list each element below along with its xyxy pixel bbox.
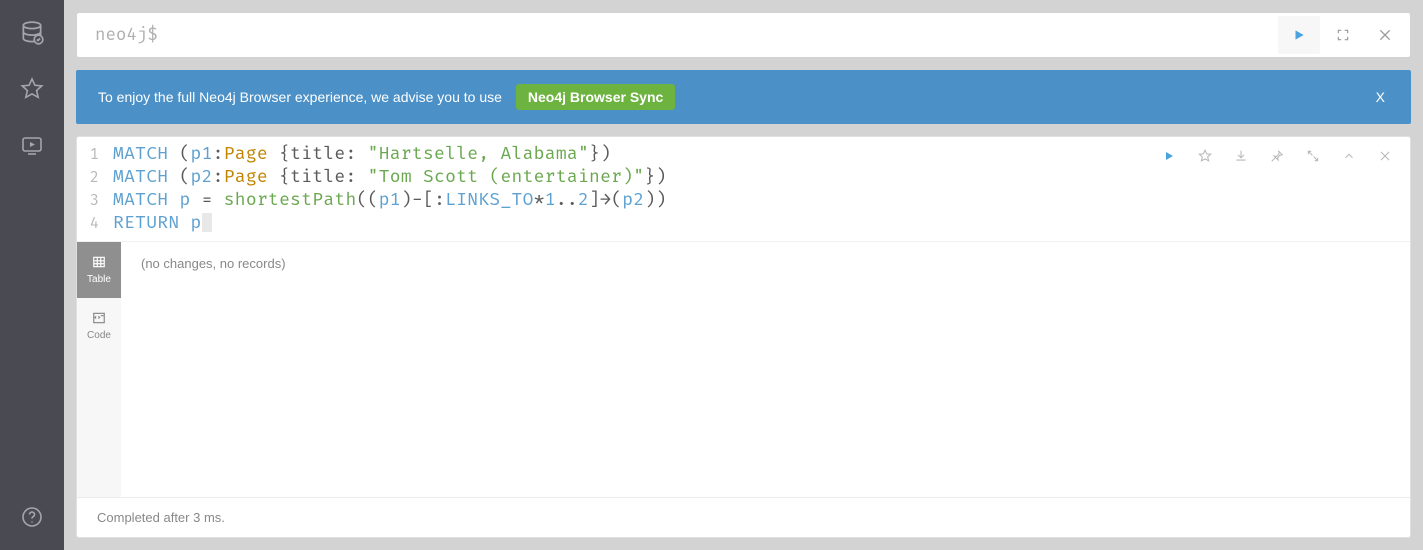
- table-icon: [90, 255, 108, 269]
- code-content: MATCH p = shortestPath((p1)-[:LINKS_TO*1…: [113, 189, 667, 212]
- left-sidebar: [0, 0, 64, 550]
- line-number: 2: [77, 166, 113, 189]
- expand-icon[interactable]: [1304, 147, 1322, 165]
- editor-prompt[interactable]: neo4j$: [95, 25, 1278, 46]
- code-content: RETURN p: [113, 212, 212, 235]
- code-line: 1MATCH (p1:Page {title: "Hartselle, Alab…: [77, 143, 1160, 166]
- line-number: 3: [77, 189, 113, 212]
- run-button[interactable]: [1278, 16, 1320, 54]
- view-tab-label: Code: [87, 330, 111, 341]
- main-area: neo4j$ To enjoy the full Neo4j Browser e…: [64, 0, 1423, 550]
- cursor: [202, 213, 212, 232]
- collapse-icon[interactable]: [1340, 147, 1358, 165]
- view-tab-label: Table: [87, 274, 111, 285]
- query-code[interactable]: 1MATCH (p1:Page {title: "Hartselle, Alab…: [77, 137, 1160, 241]
- editor-bar: neo4j$: [76, 12, 1411, 58]
- database-icon[interactable]: [19, 20, 45, 46]
- view-tab-table[interactable]: Table: [77, 242, 121, 298]
- fullscreen-icon[interactable]: [1322, 16, 1364, 54]
- line-number: 4: [77, 212, 113, 235]
- code-content: MATCH (p2:Page {title: "Tom Scott (enter…: [113, 166, 667, 189]
- close-icon[interactable]: [1364, 16, 1406, 54]
- pin-icon[interactable]: [1268, 147, 1286, 165]
- sync-button[interactable]: Neo4j Browser Sync: [516, 84, 675, 110]
- banner-close-button[interactable]: X: [1372, 89, 1389, 105]
- guides-icon[interactable]: [19, 132, 45, 158]
- code-line: 4RETURN p: [77, 212, 1160, 235]
- result-message: (no changes, no records): [121, 242, 1410, 497]
- code-content: MATCH (p1:Page {title: "Hartselle, Alaba…: [113, 143, 611, 166]
- help-icon[interactable]: [19, 504, 45, 530]
- code-icon: [90, 311, 108, 325]
- result-body: Table Code (no changes, no records): [77, 241, 1410, 497]
- banner-text: To enjoy the full Neo4j Browser experien…: [98, 89, 502, 105]
- view-tab-code[interactable]: Code: [77, 298, 121, 354]
- close-frame-icon[interactable]: [1376, 147, 1394, 165]
- favorite-icon[interactable]: [1196, 147, 1214, 165]
- sync-banner: To enjoy the full Neo4j Browser experien…: [76, 70, 1411, 124]
- view-tabs: Table Code: [77, 242, 121, 497]
- editor-actions: [1278, 16, 1406, 54]
- result-frame: 1MATCH (p1:Page {title: "Hartselle, Alab…: [76, 136, 1411, 538]
- rerun-icon[interactable]: [1160, 147, 1178, 165]
- code-line: 3MATCH p = shortestPath((p1)-[:LINKS_TO*…: [77, 189, 1160, 212]
- result-footer: Completed after 3 ms.: [77, 497, 1410, 537]
- result-header: 1MATCH (p1:Page {title: "Hartselle, Alab…: [77, 137, 1410, 241]
- code-line: 2MATCH (p2:Page {title: "Tom Scott (ente…: [77, 166, 1160, 189]
- line-number: 1: [77, 143, 113, 166]
- frame-actions: [1160, 137, 1410, 165]
- star-icon[interactable]: [19, 76, 45, 102]
- download-icon[interactable]: [1232, 147, 1250, 165]
